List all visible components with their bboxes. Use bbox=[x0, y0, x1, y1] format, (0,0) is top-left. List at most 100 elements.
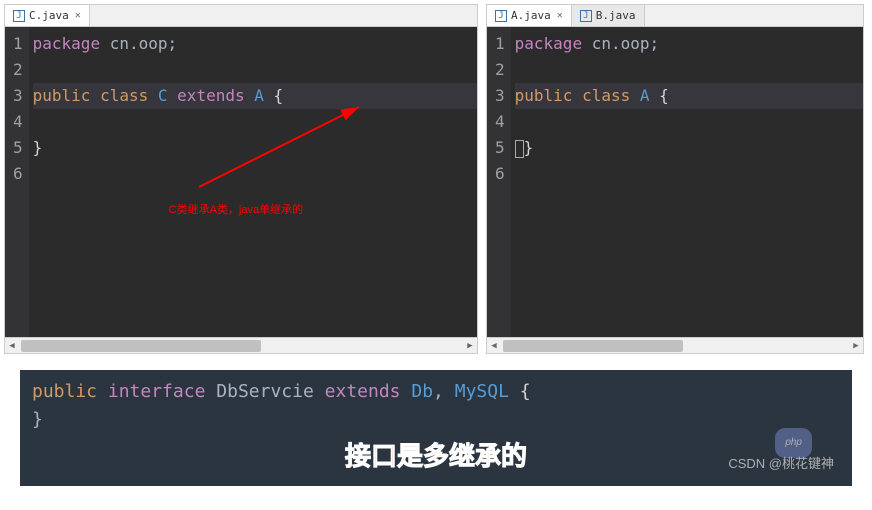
token: interface bbox=[108, 381, 206, 402]
scroll-right-arrow-icon[interactable]: ▶ bbox=[849, 339, 863, 353]
tab-a-java[interactable]: J A.java ✕ bbox=[487, 5, 572, 26]
left-code[interactable]: package cn.oop; public class C extends A … bbox=[29, 27, 477, 337]
code-line[interactable]: package cn.oop; bbox=[33, 31, 477, 57]
token: cn.oop bbox=[100, 34, 167, 53]
bottom-code-line1: public interface DbServcie extends Db, M… bbox=[32, 378, 840, 406]
code-line[interactable] bbox=[33, 57, 477, 83]
token: cn.oop bbox=[582, 34, 649, 53]
token: MySQL bbox=[455, 381, 509, 402]
token: ; bbox=[650, 34, 660, 53]
scroll-right-arrow-icon[interactable]: ▶ bbox=[463, 339, 477, 353]
right-hscrollbar[interactable]: ◀ ▶ bbox=[487, 337, 863, 353]
tab-b-java[interactable]: J B.java bbox=[572, 5, 645, 26]
line-number: 3 bbox=[495, 83, 505, 109]
code-line[interactable]: } bbox=[33, 135, 477, 161]
token: { bbox=[520, 381, 531, 402]
code-line[interactable] bbox=[33, 161, 477, 187]
token: public bbox=[515, 86, 573, 105]
tab-label: C.java bbox=[29, 9, 69, 22]
editors-row: JC.java✕ 123456 package cn.oop;public cl… bbox=[0, 0, 872, 358]
token bbox=[509, 381, 520, 402]
token: A bbox=[640, 86, 650, 105]
java-file-icon: J bbox=[13, 10, 25, 22]
annotation-text: C类继承A类，java单继承的 bbox=[169, 197, 303, 223]
token bbox=[205, 381, 216, 402]
line-number: 2 bbox=[13, 57, 23, 83]
token bbox=[572, 86, 582, 105]
token: class bbox=[582, 86, 630, 105]
token: { bbox=[274, 86, 284, 105]
tab-label: B.java bbox=[596, 9, 636, 22]
code-line[interactable]: package cn.oop; bbox=[515, 31, 863, 57]
bottom-code-block: public interface DbServcie extends Db, M… bbox=[20, 370, 852, 486]
token: ; bbox=[168, 34, 178, 53]
right-code[interactable]: package cn.oop; public class A {} bbox=[511, 27, 863, 337]
code-line[interactable] bbox=[33, 109, 477, 135]
code-line[interactable]: public class A { bbox=[515, 83, 863, 109]
hscroll-thumb[interactable] bbox=[503, 340, 683, 352]
code-line[interactable] bbox=[515, 161, 863, 187]
cursor bbox=[515, 140, 524, 158]
token: class bbox=[100, 86, 148, 105]
watermark: CSDN @桃花键神 bbox=[728, 450, 834, 478]
java-file-icon: J bbox=[580, 10, 592, 22]
token bbox=[90, 86, 100, 105]
token bbox=[650, 86, 660, 105]
bottom-caption: 接口是多继承的 bbox=[32, 442, 840, 470]
right-tabs: J A.java ✕ J B.java bbox=[487, 5, 863, 27]
left-code-area[interactable]: 123456 package cn.oop; public class C ext… bbox=[5, 27, 477, 337]
token: public bbox=[33, 86, 91, 105]
token: } bbox=[33, 138, 43, 157]
token bbox=[264, 86, 274, 105]
hscroll-thumb[interactable] bbox=[21, 340, 261, 352]
code-line[interactable]: } bbox=[515, 135, 863, 161]
token bbox=[97, 381, 108, 402]
line-number: 1 bbox=[13, 31, 23, 57]
token: DbServcie bbox=[216, 381, 314, 402]
token: Db bbox=[411, 381, 433, 402]
line-number: 1 bbox=[495, 31, 505, 57]
token: A bbox=[254, 86, 264, 105]
line-number: 4 bbox=[13, 109, 23, 135]
token: extends bbox=[325, 381, 401, 402]
token: C bbox=[158, 86, 168, 105]
line-number: 5 bbox=[495, 135, 505, 161]
left-editor-pane: J C.java ✕ 123456 package cn.oop; public cl… bbox=[4, 4, 478, 354]
token bbox=[148, 86, 158, 105]
token bbox=[630, 86, 640, 105]
close-icon[interactable]: ✕ bbox=[557, 10, 563, 21]
code-line[interactable]: public class C extends A { bbox=[33, 83, 477, 109]
line-number: 3 bbox=[13, 83, 23, 109]
token bbox=[401, 381, 412, 402]
token bbox=[314, 381, 325, 402]
scroll-left-arrow-icon[interactable]: ◀ bbox=[487, 339, 501, 353]
bottom-code-line2: } bbox=[32, 406, 840, 434]
close-icon[interactable]: ✕ bbox=[75, 10, 81, 21]
token: , bbox=[433, 381, 455, 402]
code-line[interactable] bbox=[515, 57, 863, 83]
token bbox=[245, 86, 255, 105]
code-line[interactable] bbox=[515, 109, 863, 135]
line-number: 6 bbox=[13, 161, 23, 187]
token: } bbox=[524, 138, 534, 157]
right-code-area[interactable]: 123456 package cn.oop; public class A {} bbox=[487, 27, 863, 337]
token: { bbox=[659, 86, 669, 105]
left-hscrollbar[interactable]: ◀ ▶ bbox=[5, 337, 477, 353]
line-number: 2 bbox=[495, 57, 505, 83]
scroll-left-arrow-icon[interactable]: ◀ bbox=[5, 339, 19, 353]
left-gutter: 123456 bbox=[5, 27, 29, 337]
right-editor-pane: J A.java ✕ J B.java 123456 package cn.oop; pu… bbox=[486, 4, 864, 354]
token bbox=[168, 86, 178, 105]
token: public bbox=[32, 381, 97, 402]
tab-label: A.java bbox=[511, 9, 551, 22]
token: package bbox=[33, 34, 100, 53]
left-tabs: J C.java ✕ bbox=[5, 5, 477, 27]
token: package bbox=[515, 34, 582, 53]
line-number: 4 bbox=[495, 109, 505, 135]
right-gutter: 123456 bbox=[487, 27, 511, 337]
token: extends bbox=[177, 86, 244, 105]
tab-c-java[interactable]: J C.java ✕ bbox=[5, 5, 90, 26]
java-file-icon: J bbox=[495, 10, 507, 22]
line-number: 6 bbox=[495, 161, 505, 187]
line-number: 5 bbox=[13, 135, 23, 161]
